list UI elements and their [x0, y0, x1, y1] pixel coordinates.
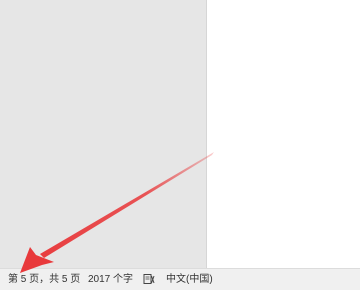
word-count-indicator[interactable]: 2017 个字: [88, 269, 133, 290]
document-area-gray: [0, 0, 207, 268]
document-workspace: [0, 0, 360, 268]
language-indicator[interactable]: 中文(中国): [166, 269, 213, 290]
status-bar: 第 5 页，共 5 页 2017 个字 中文(中国): [0, 268, 360, 290]
proofing-icon[interactable]: [143, 269, 155, 290]
page-count-indicator[interactable]: 第 5 页，共 5 页: [8, 269, 80, 290]
